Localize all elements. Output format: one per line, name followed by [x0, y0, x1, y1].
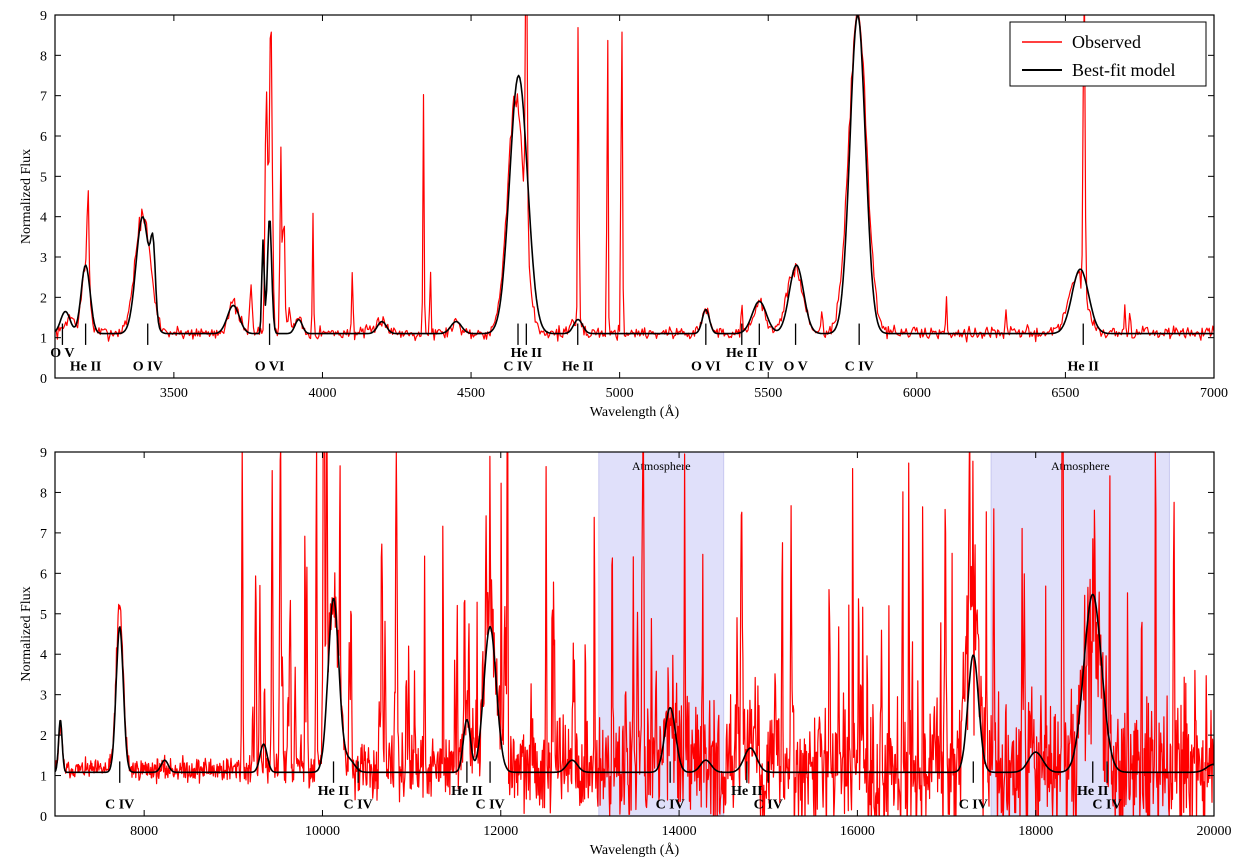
y-tick-label: 8	[40, 49, 47, 64]
line-id-label: C IV	[745, 360, 774, 375]
line-id-label: O VI	[691, 360, 721, 375]
line-id-label: He II	[562, 360, 594, 375]
legend-entry: Observed	[1072, 32, 1141, 52]
spectrum-figure: O VHe II O IV O VIHe IIC IV He II O VIHe IIC…	[19, 9, 1232, 858]
y-tick-label: 3	[40, 689, 47, 704]
y-tick-label: 4	[40, 648, 47, 663]
y-tick-label: 7	[40, 527, 47, 542]
y-tick-label: 6	[40, 130, 47, 145]
x-tick-label: 18000	[1018, 824, 1053, 839]
x-tick-label: 6000	[903, 386, 931, 401]
x-tick-label: 10000	[305, 824, 340, 839]
y-tick-label: 0	[40, 372, 47, 387]
atmosphere-band-label: Atmosphere	[1051, 459, 1110, 473]
x-tick-label: 5500	[754, 386, 782, 401]
y-tick-label: 2	[40, 729, 47, 744]
y-tick-label: 5	[40, 608, 47, 623]
x-tick-label: 12000	[483, 824, 518, 839]
line-id-label: C IV	[1092, 798, 1121, 813]
x-axis-label: Wavelength (Å)	[590, 404, 680, 420]
y-tick-label: 5	[40, 170, 47, 185]
line-id-label: C IV	[344, 798, 373, 813]
line-id-label: He II	[1067, 360, 1099, 375]
x-tick-label: 5000	[606, 386, 634, 401]
x-tick-label: 4000	[308, 386, 336, 401]
y-tick-label: 8	[40, 486, 47, 501]
line-id-label: C IV	[845, 360, 874, 375]
optical-panel: O VHe II O IV O VIHe IIC IV He II O VIHe IIC…	[19, 9, 1228, 420]
line-id-label: He II	[1077, 784, 1109, 799]
y-tick-label: 9	[40, 446, 47, 461]
y-tick-label: 6	[40, 567, 47, 582]
line-id-label: He II	[731, 784, 763, 799]
line-id-label: O IV	[133, 360, 163, 375]
line-id-label: C IV	[503, 360, 532, 375]
line-id-label: C IV	[754, 798, 783, 813]
x-tick-label: 4500	[457, 386, 485, 401]
y-axis-label: Normalized Flux	[19, 586, 34, 681]
line-id-label: C IV	[656, 798, 685, 813]
line-id-label: He II	[318, 784, 350, 799]
x-tick-label: 16000	[840, 824, 875, 839]
legend-entry: Best-fit model	[1072, 60, 1175, 80]
y-tick-label: 7	[40, 90, 47, 105]
y-tick-label: 0	[40, 810, 47, 825]
x-tick-label: 14000	[662, 824, 697, 839]
y-axis-label: Normalized Flux	[19, 149, 34, 244]
x-axis-label: Wavelength (Å)	[590, 842, 680, 858]
line-id-label: C IV	[959, 798, 988, 813]
line-id-label: O V	[783, 360, 807, 375]
x-tick-label: 3500	[160, 386, 188, 401]
line-id-label: O VI	[255, 360, 285, 375]
x-tick-label: 20000	[1197, 824, 1232, 839]
x-tick-label: 7000	[1200, 386, 1228, 401]
y-tick-label: 4	[40, 211, 47, 226]
infrared-panel: Atmosphere AtmosphereC IVHe IIC IVHe IIC …	[19, 446, 1232, 858]
y-tick-label: 1	[40, 770, 47, 785]
x-tick-label: 8000	[130, 824, 158, 839]
y-tick-label: 9	[40, 9, 47, 24]
line-id-label: He II	[70, 360, 102, 375]
line-id-label: He II	[451, 784, 483, 799]
y-tick-label: 2	[40, 291, 47, 306]
line-id-label: C IV	[105, 798, 134, 813]
y-tick-label: 3	[40, 251, 47, 266]
atmosphere-band-label: Atmosphere	[632, 459, 691, 473]
x-tick-label: 6500	[1051, 386, 1079, 401]
y-tick-label: 1	[40, 332, 47, 347]
